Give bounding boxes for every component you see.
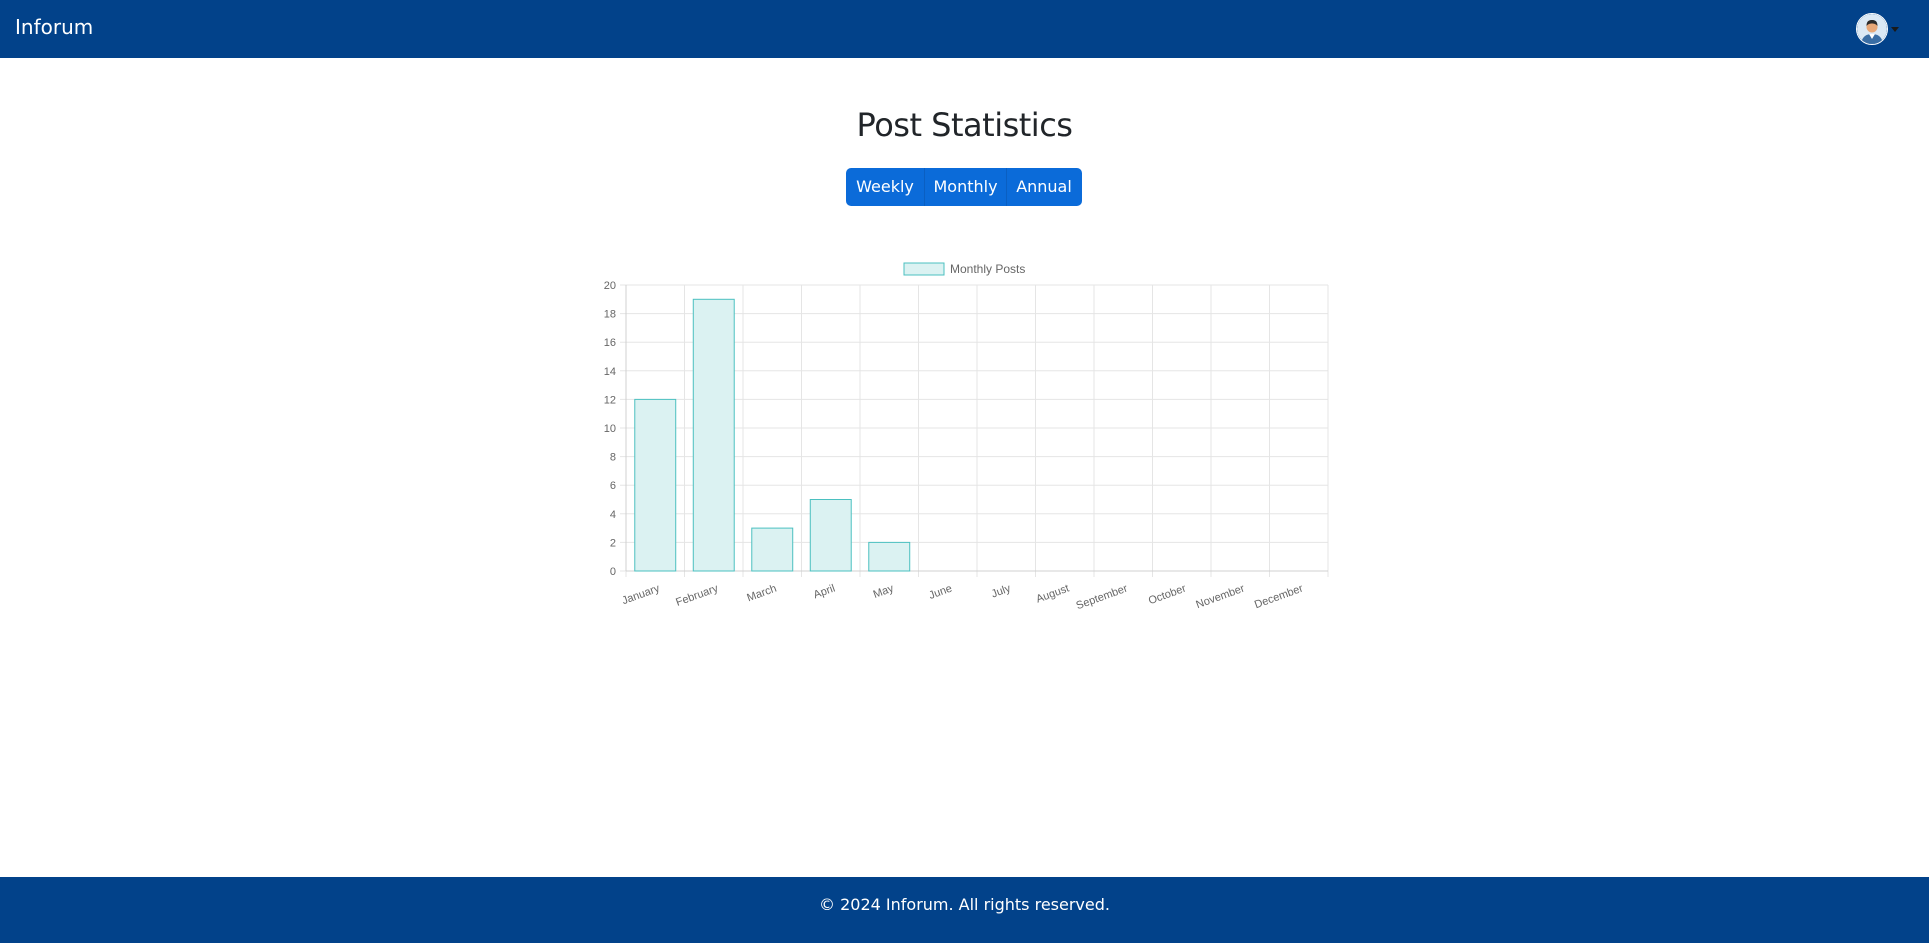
x-tick-label: February [674, 582, 720, 609]
period-button-group: Weekly Monthly Annual [846, 168, 1082, 206]
x-tick-label: May [872, 582, 896, 601]
annual-button[interactable]: Annual [1006, 168, 1081, 206]
x-tick-label: August [1034, 583, 1070, 606]
brand-link[interactable]: Inforum [15, 15, 93, 39]
bar [692, 298, 735, 572]
footer-copyright: © 2024 Inforum. All rights reserved. [819, 895, 1110, 914]
y-tick-label: 0 [610, 566, 616, 578]
user-avatar-icon [1856, 13, 1888, 45]
y-tick-label: 16 [604, 337, 616, 349]
bar [868, 541, 911, 572]
bar [634, 398, 677, 572]
y-tick-label: 12 [604, 394, 616, 406]
monthly-button[interactable]: Monthly [924, 168, 1006, 206]
y-tick-label: 10 [604, 423, 616, 435]
x-tick-label: March [745, 583, 778, 605]
chevron-down-icon [1891, 26, 1899, 32]
x-tick-label: September [1075, 582, 1130, 612]
page-title: Post Statistics [856, 106, 1073, 144]
x-tick-label: November [1194, 582, 1246, 611]
y-tick-label: 8 [610, 452, 616, 464]
y-tick-label: 20 [604, 280, 616, 292]
y-tick-label: 14 [604, 366, 616, 378]
x-tick-label: December [1253, 582, 1305, 611]
x-tick-label: April [812, 583, 837, 602]
post-statistics-chart: 0 2 4 6 8 10 12 14 16 18 20 January February March Apr… [604, 262, 1329, 612]
bar [809, 499, 852, 572]
x-tick-label: June [927, 583, 954, 602]
y-tick-label: 18 [604, 309, 616, 321]
x-tick-label: January [620, 582, 661, 607]
top-navbar: Inforum [0, 0, 1929, 58]
footer: © 2024 Inforum. All rights reserved. [0, 877, 1929, 943]
x-tick-label: July [990, 582, 1013, 600]
y-tick-label: 6 [610, 480, 616, 492]
legend-label: Monthly Posts [950, 262, 1025, 276]
y-tick-label: 2 [610, 537, 616, 549]
x-tick-label: October [1147, 582, 1188, 607]
legend-swatch [903, 262, 945, 276]
weekly-button[interactable]: Weekly [846, 168, 924, 206]
bar [751, 527, 794, 572]
user-menu-toggle[interactable] [1856, 13, 1899, 45]
y-tick-label: 4 [610, 509, 616, 521]
